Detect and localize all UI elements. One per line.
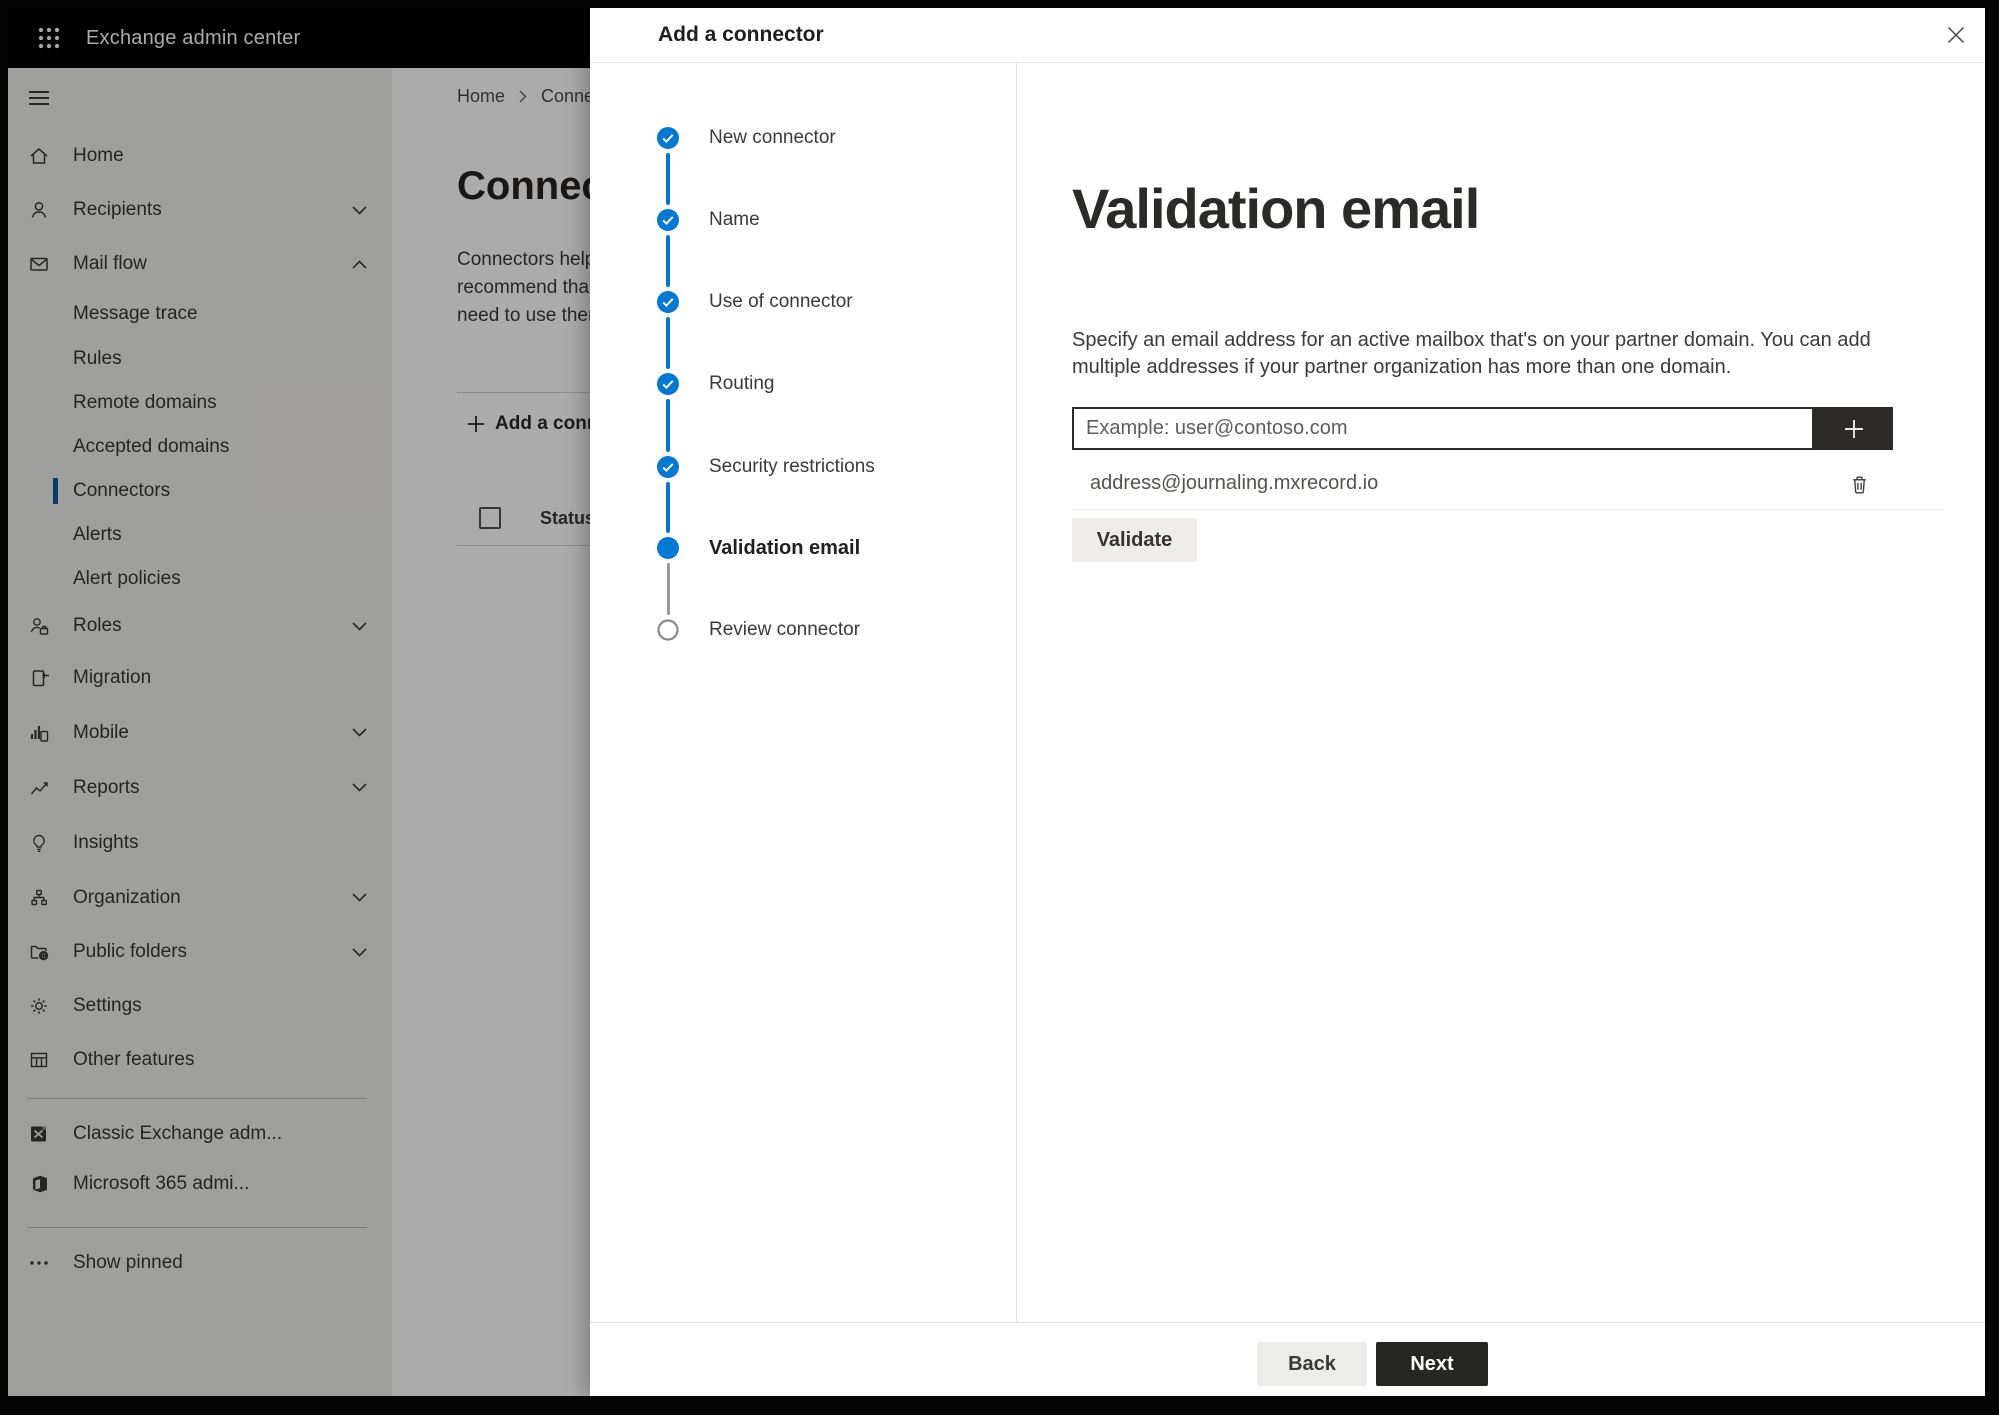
close-button[interactable]	[1938, 17, 1974, 53]
back-button[interactable]: Back	[1257, 1342, 1367, 1386]
step-todo-icon	[657, 619, 679, 641]
step-heading: Validation email	[1072, 177, 1480, 240]
step-routing[interactable]: Routing	[657, 362, 775, 406]
step-label: Name	[709, 209, 760, 230]
email-input[interactable]	[1072, 407, 1814, 450]
step-review-connector[interactable]: Review connector	[657, 608, 860, 652]
row-divider	[1072, 509, 1944, 510]
step-description-line: multiple addresses if your partner organ…	[1072, 356, 1732, 378]
dialog-title: Add a connector	[658, 23, 824, 46]
step-use-of-connector[interactable]: Use of connector	[657, 280, 853, 324]
step-name[interactable]: Name	[657, 198, 760, 242]
step-label: Use of connector	[709, 291, 853, 312]
step-new-connector[interactable]: New connector	[657, 116, 836, 160]
add-connector-dialog: Add a connector New connector Name Use o…	[590, 8, 1985, 1396]
step-label: New connector	[709, 127, 836, 148]
stepper-divider	[1016, 63, 1017, 1322]
step-label: Security restrictions	[709, 456, 875, 477]
step-complete-icon	[657, 291, 679, 313]
trash-icon	[1852, 475, 1866, 493]
step-validation-email[interactable]: Validation email	[657, 526, 860, 570]
plus-icon	[1844, 419, 1863, 438]
step-description-line: Specify an email address for an active m…	[1072, 329, 1871, 351]
step-label: Validation email	[709, 536, 861, 559]
next-button[interactable]: Next	[1376, 1342, 1488, 1386]
step-security-restrictions[interactable]: Security restrictions	[657, 445, 875, 489]
step-complete-icon	[657, 373, 679, 395]
close-icon	[1947, 26, 1965, 44]
step-description: Specify an email address for an active m…	[1072, 327, 1871, 381]
email-address-text: address@journaling.mxrecord.io	[1090, 472, 1379, 494]
step-complete-icon	[657, 456, 679, 478]
step-complete-icon	[657, 127, 679, 149]
dialog-header-divider	[590, 62, 1985, 63]
step-label: Review connector	[709, 619, 861, 640]
step-current-icon	[657, 537, 679, 559]
delete-email-button[interactable]	[1847, 472, 1871, 496]
step-label: Routing	[709, 373, 775, 394]
validate-button[interactable]: Validate	[1072, 518, 1197, 562]
add-email-button[interactable]	[1814, 407, 1893, 450]
email-list-row: address@journaling.mxrecord.io	[1072, 461, 1944, 510]
app-window: Exchange admin center Home Recipients Ma…	[8, 8, 1985, 1396]
step-complete-icon	[657, 209, 679, 231]
footer-divider	[590, 1322, 1985, 1323]
